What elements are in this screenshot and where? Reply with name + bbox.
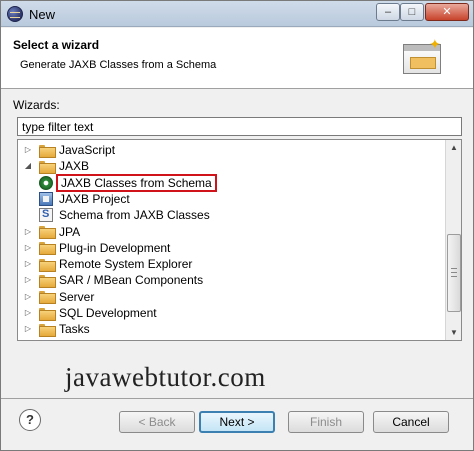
help-button[interactable]: ? bbox=[19, 409, 41, 431]
scroll-down-button[interactable]: ▼ bbox=[447, 325, 461, 340]
tree-item-label: Schema from JAXB Classes bbox=[59, 208, 210, 223]
next-button[interactable]: Next > bbox=[199, 411, 275, 433]
folder-icon bbox=[39, 274, 56, 288]
tree-item-label: SQL Development bbox=[59, 306, 157, 320]
expand-icon[interactable]: ▷ bbox=[23, 324, 33, 334]
new-wizard-dialog: New – □ ✕ Select a wizard Generate JAXB … bbox=[0, 0, 474, 451]
tree-item-server[interactable]: ▷ Server bbox=[23, 289, 94, 305]
scroll-thumb[interactable] bbox=[447, 234, 461, 312]
tree-item-sql-development[interactable]: ▷ SQL Development bbox=[23, 305, 157, 321]
folder-icon bbox=[39, 307, 56, 321]
tree-item-label: Tasks bbox=[59, 322, 90, 337]
maximize-button[interactable]: □ bbox=[400, 3, 424, 21]
tree-item-label: JPA bbox=[59, 224, 81, 239]
project-icon bbox=[39, 191, 53, 206]
gear-icon bbox=[39, 175, 53, 190]
folder-icon bbox=[39, 323, 56, 337]
tree-item-tasks[interactable]: ▷ Tasks bbox=[23, 321, 90, 337]
folder-icon bbox=[39, 226, 56, 239]
page-title: Select a wizard bbox=[13, 38, 100, 52]
tree-item-javascript[interactable]: ▷ JavaScript bbox=[23, 142, 115, 158]
wizards-label: Wizards: bbox=[13, 98, 60, 112]
expand-icon[interactable]: ▷ bbox=[23, 308, 33, 318]
tree-item-jaxb-project[interactable]: JAXB Project bbox=[39, 191, 130, 207]
back-button[interactable]: < Back bbox=[119, 411, 195, 433]
folder-icon bbox=[39, 242, 56, 256]
schema-icon bbox=[39, 208, 53, 223]
folder-icon bbox=[39, 144, 56, 158]
tree-item-label: JAXB bbox=[59, 159, 90, 174]
tree-item-sar-mbean-components[interactable]: ▷ SAR / MBean Components bbox=[23, 272, 203, 288]
expand-icon[interactable]: ▷ bbox=[23, 275, 33, 285]
tree-item-label: Remote System Explorer bbox=[59, 257, 193, 272]
scroll-up-button[interactable]: ▲ bbox=[447, 140, 461, 155]
tree-item-schema-from-jaxb-classes[interactable]: Schema from JAXB Classes bbox=[39, 207, 210, 223]
folder-icon bbox=[39, 258, 56, 272]
wizard-tree[interactable]: ▷ JavaScript ◢ JAXB JAXB Classes from Schema… bbox=[17, 139, 462, 341]
finish-button[interactable]: Finish bbox=[288, 411, 364, 433]
page-description: Generate JAXB Classes from a Schema bbox=[20, 59, 217, 71]
minimize-button[interactable]: – bbox=[376, 3, 400, 21]
tree-item-plug-in-development[interactable]: ▷ Plug-in Development bbox=[23, 240, 170, 256]
new-wizard-banner-icon: ✦ bbox=[399, 36, 447, 78]
tree-item-jaxb[interactable]: ◢ JAXB bbox=[23, 158, 89, 174]
expand-icon[interactable]: ▷ bbox=[23, 243, 33, 253]
tree-item-jpa[interactable]: ▷ JPA bbox=[23, 224, 80, 240]
tree-item-label: Plug-in Development bbox=[59, 240, 171, 255]
tree-item-label: JAXB Project bbox=[59, 191, 130, 206]
collapse-icon[interactable]: ◢ bbox=[23, 161, 33, 171]
cancel-button[interactable]: Cancel bbox=[373, 411, 449, 433]
close-button[interactable]: ✕ bbox=[425, 3, 469, 21]
title-bar[interactable]: New – □ ✕ bbox=[1, 1, 473, 27]
tree-item-label: JAXB Classes from Schema bbox=[56, 173, 217, 192]
tree-item-label: Server bbox=[59, 289, 95, 304]
window-title: New bbox=[29, 7, 56, 22]
expand-icon[interactable]: ▷ bbox=[23, 259, 33, 269]
footer-divider bbox=[1, 398, 473, 399]
filter-input[interactable] bbox=[17, 117, 462, 136]
watermark-text: javawebtutor.com bbox=[65, 362, 266, 392]
expand-icon[interactable]: ▷ bbox=[23, 145, 33, 155]
expand-icon[interactable]: ▷ bbox=[23, 292, 33, 302]
tree-item-label: SAR / MBean Components bbox=[59, 273, 204, 288]
tree-scrollbar[interactable]: ▲ ▼ bbox=[445, 140, 461, 340]
tree-item-remote-system-explorer[interactable]: ▷ Remote System Explorer bbox=[23, 256, 192, 272]
wizard-header: Select a wizard Generate JAXB Classes fr… bbox=[1, 28, 473, 89]
tree-item-jaxb-classes-from-schema[interactable]: JAXB Classes from Schema bbox=[39, 173, 217, 192]
expand-icon[interactable]: ▷ bbox=[23, 227, 33, 237]
folder-icon bbox=[39, 160, 56, 174]
tree-item-label: JavaScript bbox=[59, 143, 116, 157]
folder-icon bbox=[39, 291, 56, 305]
eclipse-icon bbox=[7, 6, 23, 22]
